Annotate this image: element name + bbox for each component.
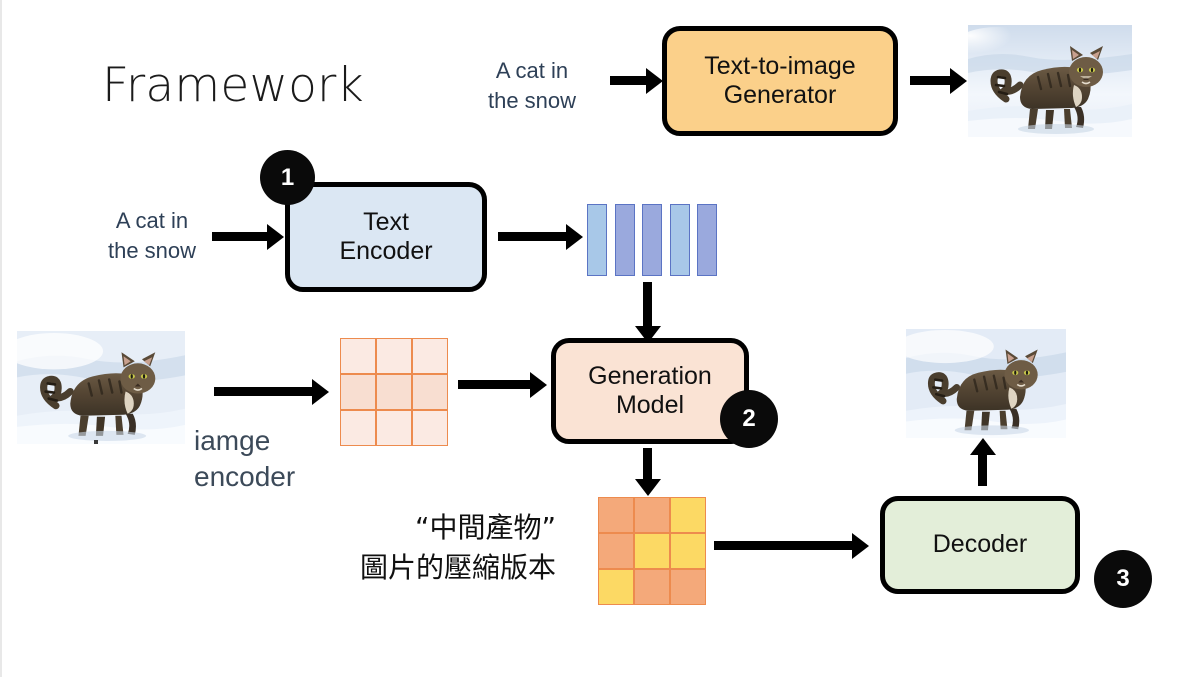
output-cat-photo-top [968, 25, 1132, 137]
latent-cell [412, 410, 448, 446]
image-encoder-caption-line2: encoder [194, 461, 296, 493]
generation-model-label-line2: Model [615, 391, 685, 419]
latent-cell [670, 569, 706, 605]
latent-cell [376, 374, 412, 410]
cat-in-snow-icon [968, 25, 1132, 137]
encoder-prompt-line2: the snow [107, 237, 197, 263]
top-prompt-line1: A cat in [495, 58, 569, 83]
image-encoder-caption: iamge encoder [194, 423, 295, 496]
text-encoder-label-line2: Encoder [339, 237, 433, 265]
input-cat-photo [17, 331, 185, 444]
latent-caption-line2: 圖片的壓縮版本 [360, 550, 557, 584]
decoder-box[interactable]: Decoder [880, 496, 1080, 594]
generator-label-line2: Generator [723, 81, 837, 109]
step-badge-3: 3 [1094, 550, 1152, 608]
top-prompt-line2: the snow [487, 87, 577, 113]
image-encoder-caption-line1: iamge [194, 425, 271, 456]
latent-cell [670, 497, 706, 533]
encoder-prompt-line1: A cat in [115, 208, 189, 233]
latent-cell [376, 410, 412, 446]
latent-cell [598, 533, 634, 569]
generator-label-line1: Text-to-image [704, 51, 856, 80]
decoder-label: Decoder [932, 530, 1028, 559]
cat-in-snow-icon [906, 329, 1066, 438]
arrow-latent-to-generation-model [458, 380, 532, 389]
text-embedding-tokens [587, 204, 717, 276]
text-encoder-box[interactable]: Text Encoder [285, 182, 487, 292]
arrow-prompt-to-generator [610, 76, 648, 85]
latent-cell [634, 497, 670, 533]
arrow-tokens-to-generation-model [643, 282, 652, 328]
token-bar [697, 204, 717, 276]
top-prompt-text: A cat in the snow [462, 56, 602, 116]
text-encoder-label-line1: Text [363, 207, 409, 236]
page-title: Framework [102, 58, 364, 113]
token-bar [669, 204, 690, 276]
latent-cell [340, 338, 376, 374]
arrow-encoder-to-tokens [498, 232, 568, 241]
text-to-image-generator-box[interactable]: Text-to-image Generator [662, 26, 898, 136]
slide-canvas: Framework A cat in the snow Text-to-imag… [0, 0, 1189, 677]
arrow-generator-to-output-image [910, 76, 952, 85]
latent-cell [634, 569, 670, 605]
latent-cell [634, 533, 670, 569]
latent-cell [340, 410, 376, 446]
latent-cell [412, 374, 448, 410]
latent-cell [670, 533, 706, 569]
arrow-decoder-to-output-image [978, 453, 987, 486]
latent-cell [340, 374, 376, 410]
latent-cell [412, 338, 448, 374]
token-bar [642, 204, 662, 276]
generation-model-box[interactable]: Generation Model [551, 338, 749, 444]
latent-caption-line1: “中間產物” [415, 511, 557, 544]
arrow-generation-model-to-latent [643, 448, 652, 481]
decorative-mark [94, 440, 98, 444]
arrow-image-to-image-encoder [214, 387, 314, 396]
step-badge-1: 1 [260, 150, 315, 205]
token-bar [587, 204, 607, 276]
encoder-prompt-text: A cat in the snow [82, 206, 222, 266]
output-latent-grid [598, 497, 706, 605]
decoded-cat-photo [906, 329, 1066, 438]
token-bar [614, 204, 635, 276]
latent-caption: “中間產物” 圖片的壓縮版本 [360, 508, 556, 588]
input-latent-grid [340, 338, 448, 446]
arrow-latent-to-decoder [714, 541, 854, 550]
latent-cell [376, 338, 412, 374]
latent-cell [598, 497, 634, 533]
generation-model-label-line1: Generation [588, 361, 712, 390]
step-badge-2: 2 [720, 390, 778, 448]
latent-cell [598, 569, 634, 605]
cat-in-snow-icon [17, 331, 185, 444]
